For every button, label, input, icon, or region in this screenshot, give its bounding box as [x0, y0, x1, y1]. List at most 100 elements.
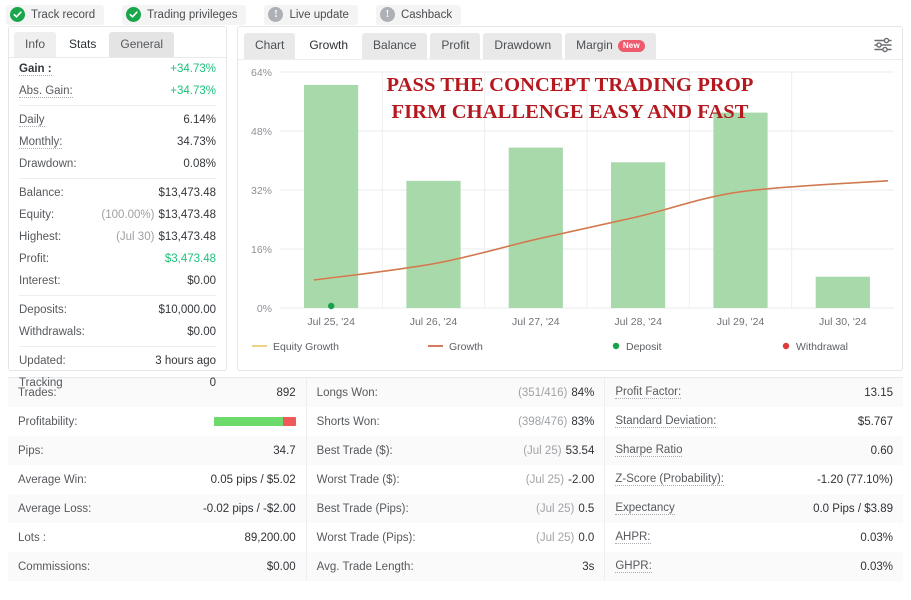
svg-text:Withdrawal: Withdrawal — [796, 341, 848, 353]
svg-text:Jul 28, '24: Jul 28, '24 — [614, 316, 662, 328]
stats-row: Profitability: — [8, 407, 306, 436]
chart-panel: Chart Growth Balance Profit Drawdown Margin Ne… — [237, 26, 903, 371]
sidebar-stat-value: 34.73% — [176, 136, 216, 148]
sidebar-stat-prefix: (100.00%) — [101, 209, 155, 221]
status-badge-cashback[interactable]: ! Cashback — [375, 4, 462, 25]
stats-value: 0.03% — [860, 531, 894, 544]
sidebar-tab-info[interactable]: Info — [14, 32, 57, 57]
stats-value-amount: 0.5 — [578, 502, 595, 515]
stats-label[interactable]: Z-Score (Probability): — [615, 473, 724, 486]
sidebar-stat-row: Updated: 3 hours ago — [9, 350, 226, 372]
svg-text:Jul 29, '24: Jul 29, '24 — [717, 316, 765, 328]
stats-row: Standard Deviation: $5.767 — [605, 407, 904, 436]
stats-column-1: Trades: 892 Profitability: Pips: 34.7 Average… — [8, 378, 306, 581]
svg-text:48%: 48% — [251, 126, 272, 138]
check-circle-icon — [10, 7, 25, 22]
svg-text:Deposit: Deposit — [626, 341, 662, 353]
svg-text:32%: 32% — [251, 185, 272, 197]
stats-value: $5.767 — [857, 415, 894, 428]
sidebar-group-divider — [19, 295, 216, 296]
sidebar-stat-label: Equity: — [19, 209, 55, 221]
stats-label: Pips: — [18, 444, 44, 457]
svg-text:64%: 64% — [251, 67, 272, 79]
stats-column-2: Longs Won: (351/416) 84% Shorts Won: (398/47… — [305, 378, 605, 581]
stats-row: Best Trade ($): (Jul 25) 53.54 — [306, 436, 605, 465]
sidebar-stat-label[interactable]: Gain : — [19, 63, 52, 76]
sidebar-stat-label: Withdrawals: — [19, 326, 85, 338]
stats-row: Worst Trade ($): (Jul 25) -2.00 — [306, 465, 605, 494]
svg-text:0%: 0% — [257, 303, 272, 315]
stats-label[interactable]: Standard Deviation: — [615, 415, 717, 428]
chart-tab-balance[interactable]: Balance — [362, 33, 428, 59]
stats-value: 892 — [276, 386, 296, 399]
stats-label: Best Trade (Pips): — [316, 502, 409, 515]
status-badge-live-update[interactable]: ! Live update — [264, 4, 358, 25]
svg-text:Growth: Growth — [449, 341, 483, 353]
stats-label[interactable]: AHPR: — [615, 531, 651, 544]
stats-row: Sharpe Ratio 0.60 — [605, 436, 904, 465]
stats-label: Avg. Trade Length: — [316, 560, 414, 573]
stats-value: -1.20 (77.10%) — [816, 473, 894, 486]
sidebar-tabs: Info Stats General — [9, 27, 226, 58]
chart-tab-profit[interactable]: Profit — [430, 33, 481, 59]
sidebar-stat-row: Drawdown: 0.08% — [9, 153, 226, 175]
stats-value: (351/416) 84% — [518, 387, 594, 399]
stats-value-amount: 83% — [571, 415, 595, 428]
stats-row: Shorts Won: (398/476) 83% — [306, 407, 605, 436]
svg-text:Jul 30, '24: Jul 30, '24 — [819, 316, 867, 328]
main-columns: Info Stats General Gain : +34.73% Abs. Gain:… — [0, 26, 911, 389]
sidebar-stat-prefix: (Jul 30) — [116, 231, 155, 243]
svg-text:Jul 27, '24: Jul 27, '24 — [512, 316, 560, 328]
stats-row: GHPR: 0.03% — [605, 552, 904, 581]
stats-value: 3s — [582, 560, 595, 573]
sidebar-stat-value: $0.00 — [187, 326, 216, 338]
sidebar-tab-general[interactable]: General — [109, 32, 175, 57]
sidebar-stat-label[interactable]: Daily — [19, 114, 45, 127]
sidebar-stat-label: Highest: — [19, 231, 62, 243]
chart-tab-chart[interactable]: Chart — [244, 33, 296, 59]
status-badge-track-record[interactable]: Track record — [6, 4, 105, 25]
chart-tab-growth[interactable]: Growth — [298, 33, 360, 59]
stats-label[interactable]: Sharpe Ratio — [615, 444, 683, 457]
sidebar-group-divider — [19, 346, 216, 347]
chart-tab-margin[interactable]: Margin New — [565, 33, 656, 59]
stats-row: Average Win: 0.05 pips / $5.02 — [8, 465, 306, 494]
stats-label: Longs Won: — [316, 386, 378, 399]
sidebar-stat-label: Drawdown: — [19, 158, 77, 170]
status-badge-trading-privileges[interactable]: Trading privileges — [122, 4, 247, 25]
sidebar-stat-value: $0.00 — [187, 275, 216, 287]
stats-label[interactable]: Expectancy — [615, 502, 675, 515]
sidebar-stat-amount: $13,473.48 — [158, 231, 216, 243]
sidebar-group-divider — [19, 105, 216, 106]
stats-label: Profitability: — [18, 415, 78, 428]
sidebar-stat-value: (100.00%) $13,473.48 — [101, 209, 216, 221]
chart-tab-drawdown[interactable]: Drawdown — [483, 33, 563, 59]
status-badge-label: Live update — [289, 8, 349, 21]
sidebar-stat-value: +34.73% — [170, 63, 216, 75]
sidebar-stat-row: Abs. Gain: +34.73% — [9, 80, 226, 102]
stats-label[interactable]: Profit Factor: — [615, 386, 682, 399]
svg-text:Equity Growth: Equity Growth — [273, 341, 339, 353]
sidebar-stat-value: $10,000.00 — [158, 304, 216, 316]
sidebar-stat-row: Deposits: $10,000.00 — [9, 299, 226, 321]
growth-chart: PASS THE CONCEPT TRADING PROP FIRM CHALLE… — [238, 60, 902, 360]
sliders-icon[interactable] — [873, 36, 893, 57]
stats-label: Average Loss: — [18, 502, 92, 515]
stats-label[interactable]: GHPR: — [615, 560, 652, 573]
stats-label: Lots : — [18, 531, 47, 544]
chart-tab-label: Profit — [441, 38, 470, 52]
stats-value: 89,200.00 — [244, 531, 296, 544]
stats-row: Best Trade (Pips): (Jul 25) 0.5 — [306, 494, 605, 523]
sidebar-tab-stats[interactable]: Stats — [58, 32, 108, 57]
stats-value: $0.00 — [266, 560, 296, 573]
stats-value: (Jul 25) 53.54 — [523, 445, 594, 457]
sidebar-stat-value: 0 — [209, 377, 216, 389]
sidebar-stat-label[interactable]: Abs. Gain: — [19, 85, 73, 98]
stats-label: Shorts Won: — [316, 415, 380, 428]
sidebar-stat-row: Tracking 0 — [9, 372, 226, 394]
sidebar-stat-label[interactable]: Monthly: — [19, 136, 63, 149]
stats-row: Pips: 34.7 — [8, 436, 306, 465]
stats-value-amount: 84% — [571, 386, 595, 399]
sidebar-stat-row: Interest: $0.00 — [9, 270, 226, 292]
sidebar-stat-value: 6.14% — [183, 114, 216, 126]
